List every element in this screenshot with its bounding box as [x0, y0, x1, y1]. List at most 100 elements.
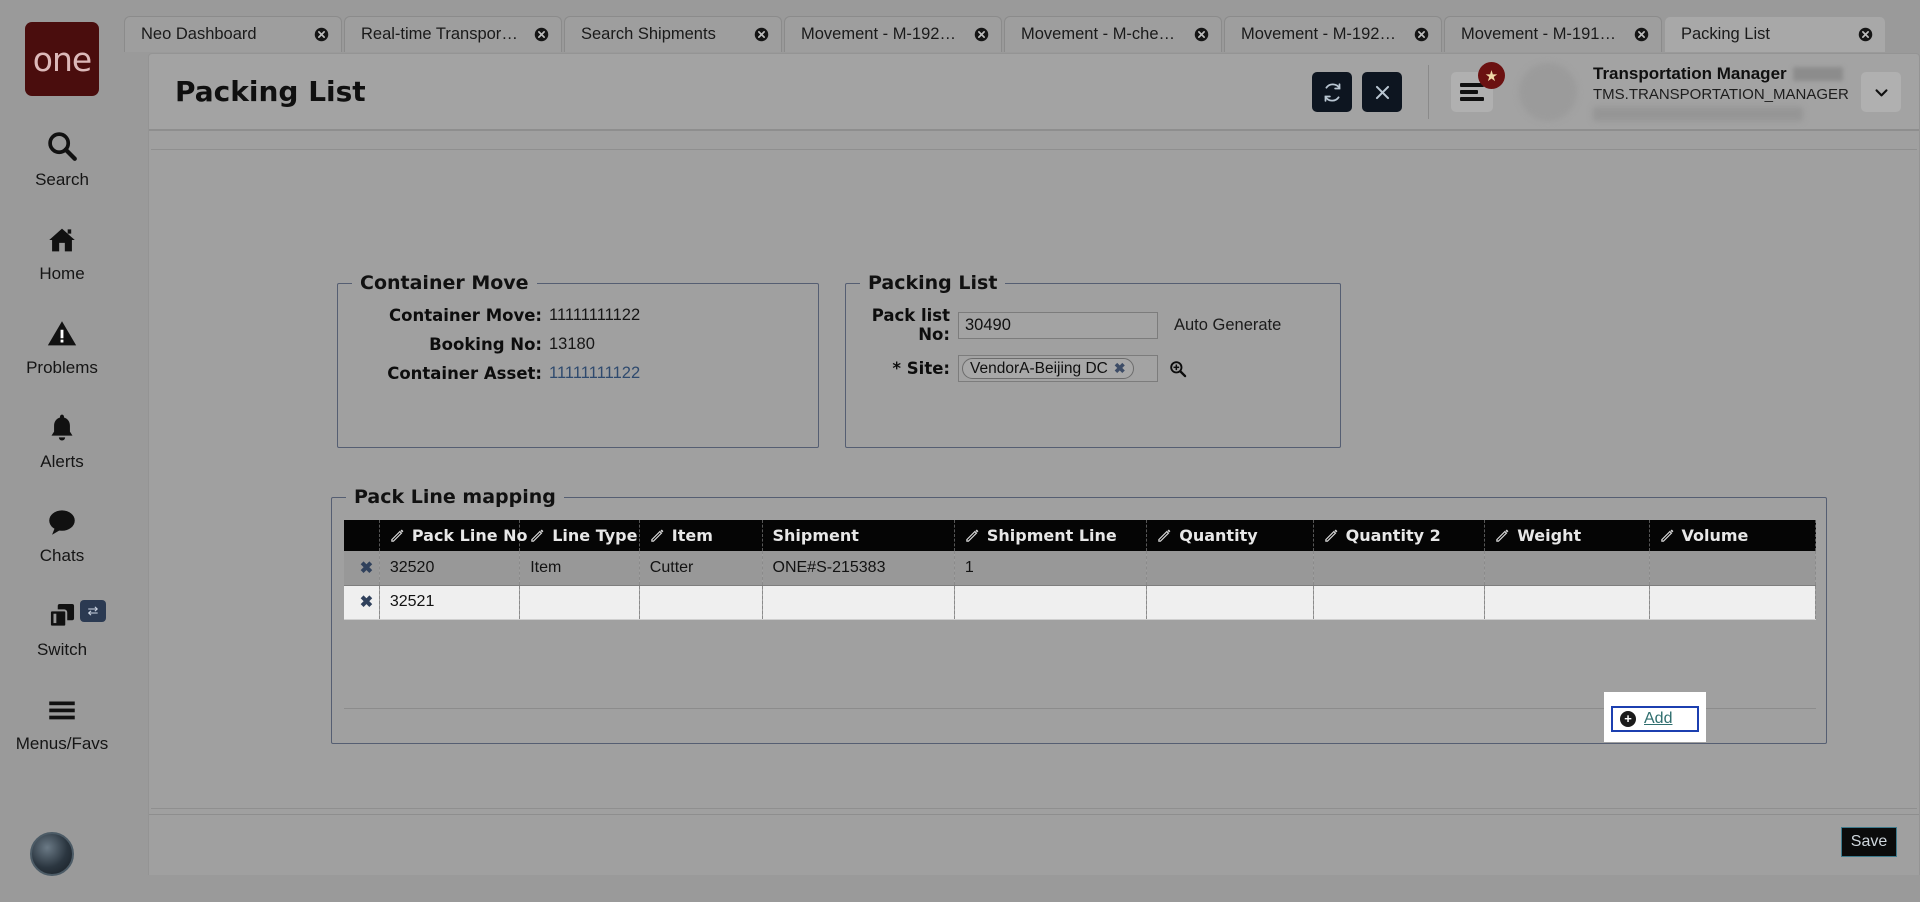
- table-header-row: Pack Line No Line Type Item Shipment Shi…: [344, 520, 1816, 551]
- site-input[interactable]: VendorA-Beijing DC ✖: [958, 355, 1158, 382]
- auto-generate-label[interactable]: Auto Generate: [1174, 316, 1281, 335]
- tab-label: Real-time Transportatio...: [361, 25, 519, 43]
- cell-quantity[interactable]: [1146, 585, 1314, 620]
- add-row-button[interactable]: + Add: [1611, 706, 1699, 732]
- sidebar-item-switch[interactable]: ⇄ Switch: [0, 596, 124, 660]
- packing-list-window: Packing List ★ Transportation Manager TM…: [148, 53, 1920, 875]
- cell-weight[interactable]: [1484, 585, 1650, 620]
- field-label: Container Asset:: [387, 364, 542, 383]
- switch-badge-glyph: ⇄: [87, 603, 99, 618]
- cell-line-type[interactable]: [519, 585, 640, 620]
- table-header-volume[interactable]: Volume: [1649, 520, 1816, 551]
- avatar: [1519, 63, 1577, 121]
- cell-item[interactable]: [639, 585, 763, 620]
- one-logo[interactable]: one: [25, 22, 99, 96]
- close-icon[interactable]: [313, 27, 329, 43]
- table-header-item[interactable]: Item: [639, 520, 763, 551]
- table-header-quantity-2[interactable]: Quantity 2: [1313, 520, 1486, 551]
- cell-shipment-line[interactable]: 1: [954, 551, 1148, 586]
- tab-movement-m-checkq[interactable]: Movement - M-checkQ...: [1004, 16, 1222, 52]
- close-icon: ✖: [359, 594, 374, 611]
- magnifier-plus-icon[interactable]: [1168, 359, 1188, 379]
- tab-search-shipments[interactable]: Search Shipments: [564, 16, 782, 52]
- tab-neo-dashboard[interactable]: Neo Dashboard: [124, 16, 342, 52]
- logo-text: one: [32, 39, 92, 79]
- cell-shipment[interactable]: ONE#S-215383: [762, 551, 955, 586]
- close-icon[interactable]: [1413, 27, 1429, 43]
- tab-movement-m-191702[interactable]: Movement - M-191702-...: [1444, 16, 1662, 52]
- tab-real-time-transportation[interactable]: Real-time Transportatio...: [344, 16, 562, 52]
- close-icon[interactable]: [1362, 72, 1402, 112]
- table-row[interactable]: ✖ 32520 Item Cutter ONE#S-215383 1: [344, 551, 1816, 586]
- table-row[interactable]: ✖ 32521: [344, 585, 1816, 620]
- redacted-org-block: [1593, 106, 1803, 121]
- close-icon[interactable]: [1193, 27, 1209, 43]
- cell-quantity-2[interactable]: [1313, 585, 1486, 620]
- sidebar-item-search[interactable]: Search: [0, 126, 124, 190]
- cell-weight[interactable]: [1484, 551, 1650, 586]
- cell-quantity[interactable]: [1146, 551, 1314, 586]
- close-icon[interactable]: ✖: [1114, 360, 1126, 377]
- cell-volume[interactable]: [1649, 585, 1816, 620]
- app-root: one Search Home Problems Alerts Chats ⇄ …: [0, 0, 1920, 902]
- site-chip[interactable]: VendorA-Beijing DC ✖: [962, 358, 1134, 379]
- save-button[interactable]: Save: [1841, 827, 1897, 857]
- user-avatar-bottom[interactable]: [30, 832, 74, 876]
- profile-name: Transportation Manager: [1593, 63, 1787, 83]
- sidebar-item-menus-favs[interactable]: Menus/Favs: [0, 690, 124, 754]
- sidebar-item-chats[interactable]: Chats: [0, 502, 124, 566]
- tab-label: Movement - M-191702-...: [1461, 25, 1619, 43]
- sidebar-item-label: Switch: [36, 640, 88, 659]
- cell-quantity-2[interactable]: [1313, 551, 1486, 586]
- field-value-link[interactable]: 11111111122: [549, 364, 640, 383]
- table-header-line-type[interactable]: Line Type: [519, 520, 640, 551]
- row-remove-button[interactable]: ✖: [344, 585, 380, 620]
- cell-shipment[interactable]: [762, 585, 955, 620]
- edit-pencil-icon: [650, 528, 665, 543]
- cell-line-type[interactable]: Item: [519, 551, 640, 586]
- tab-packing-list[interactable]: Packing List: [1664, 16, 1886, 52]
- column-label: Pack Line No: [411, 526, 528, 545]
- table-header: Pack Line No Line Type Item Shipment Shi…: [344, 520, 1816, 551]
- chevron-down-icon[interactable]: [1861, 72, 1901, 112]
- close-icon[interactable]: [1633, 27, 1649, 43]
- field-label: Pack list No:: [871, 306, 950, 344]
- cell-item[interactable]: Cutter: [639, 551, 763, 586]
- left-nav-rail: one Search Home Problems Alerts Chats ⇄ …: [0, 0, 124, 902]
- sidebar-item-label: Search: [35, 170, 89, 189]
- pack-list-no-input[interactable]: [958, 311, 1158, 339]
- table-header-weight[interactable]: Weight: [1484, 520, 1650, 551]
- close-icon[interactable]: [1857, 27, 1873, 43]
- close-icon[interactable]: [533, 27, 549, 43]
- edit-pencil-icon: [1157, 528, 1172, 543]
- switch-badge-icon[interactable]: ⇄: [80, 600, 106, 622]
- column-label: Line Type: [552, 526, 638, 545]
- cell-shipment-line[interactable]: [954, 585, 1148, 620]
- header-actions: ★ Transportation Manager TMS.TRANSPORTAT…: [1302, 54, 1919, 130]
- tab-movement-m-192485-b[interactable]: Movement - M-192485: [1224, 16, 1442, 52]
- sidebar-item-alerts[interactable]: Alerts: [0, 408, 124, 472]
- save-button-label: Save: [1850, 833, 1888, 850]
- table-header-quantity[interactable]: Quantity: [1146, 520, 1314, 551]
- user-profile[interactable]: Transportation Manager TMS.TRANSPORTATIO…: [1519, 63, 1849, 121]
- cell-pack-line-no[interactable]: 32520: [379, 551, 521, 586]
- close-icon[interactable]: [753, 27, 769, 43]
- cell-volume[interactable]: [1649, 551, 1816, 586]
- cell-pack-line-no[interactable]: 32521: [379, 585, 521, 620]
- list-menu-icon[interactable]: ★: [1451, 62, 1505, 112]
- table-header-shipment[interactable]: Shipment: [762, 520, 955, 551]
- table-header-shipment-line[interactable]: Shipment Line: [954, 520, 1148, 551]
- page-title: Packing List: [175, 75, 366, 108]
- close-icon[interactable]: [973, 27, 989, 43]
- refresh-icon[interactable]: [1312, 72, 1352, 112]
- edit-pencil-icon: [1660, 528, 1675, 543]
- tab-movement-m-192485-a[interactable]: Movement - M-192485: [784, 16, 1002, 52]
- sidebar-item-problems[interactable]: Problems: [0, 314, 124, 378]
- edit-pencil-icon: [390, 528, 405, 543]
- table-header-pack-line-no[interactable]: Pack Line No: [379, 520, 528, 551]
- row-remove-button[interactable]: ✖: [344, 551, 380, 586]
- tab-label: Movement - M-192485: [801, 25, 959, 43]
- column-label: Shipment: [772, 526, 859, 545]
- switch-windows-icon: [45, 596, 79, 636]
- sidebar-item-home[interactable]: Home: [0, 220, 124, 284]
